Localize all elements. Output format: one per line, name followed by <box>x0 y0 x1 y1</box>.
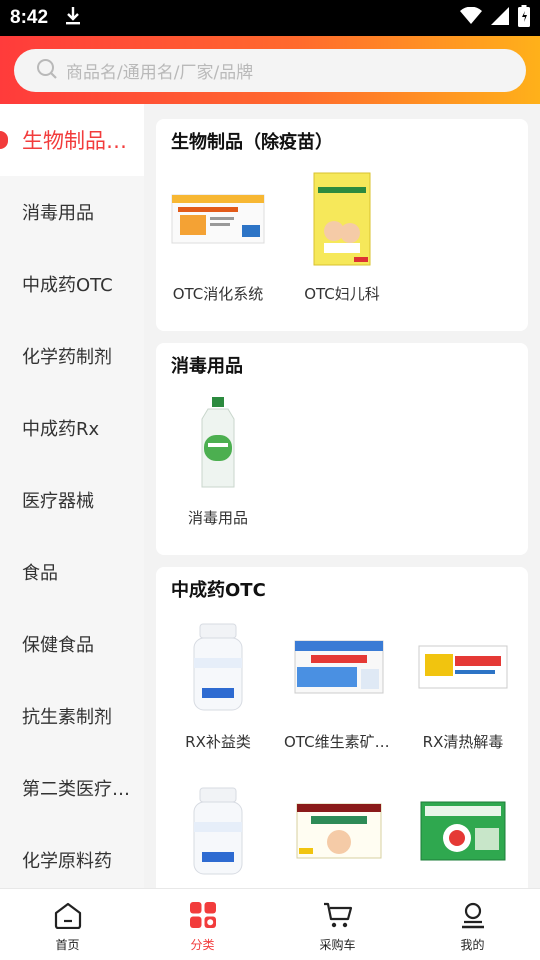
sidebar-item-food[interactable]: 食品 <box>0 536 144 608</box>
white-pill-bottle-image <box>159 781 277 881</box>
product-label: OTC妇儿科 <box>304 285 380 303</box>
section-card: 生物制品（除疫苗） OTC消化系统 OTC妇儿科 <box>156 119 528 331</box>
tab-home[interactable]: 首页 <box>0 889 135 960</box>
green-granule-box-image <box>404 781 522 881</box>
product-label: RX补益类 <box>185 733 251 751</box>
tab-cart[interactable]: 采购车 <box>270 889 405 960</box>
sidebar-item-biological[interactable]: 生物制品（除疫苗） <box>0 104 144 176</box>
search-input[interactable]: 商品名/通用名/厂家/品牌 <box>14 49 526 92</box>
sidebar-item-tcm-rx[interactable]: 中成药Rx <box>0 392 144 464</box>
sidebar-item-label: 化学原料药 <box>22 851 112 872</box>
cart-icon <box>322 901 354 933</box>
download-icon <box>64 6 82 30</box>
tab-profile[interactable]: 我的 <box>405 889 540 960</box>
yellow-child-medicine-box-image <box>283 169 401 269</box>
tab-label: 采购车 <box>319 938 356 952</box>
category-sidebar: 生物制品（除疫苗） 消毒用品 中成药OTC 化学药制剂 中成药Rx 医疗器械 食… <box>0 104 144 888</box>
category-icon <box>189 901 217 933</box>
disinfectant-bottle-image <box>159 393 277 493</box>
section-title: 生物制品（除疫苗） <box>171 132 333 153</box>
product-item[interactable] <box>280 781 398 881</box>
sidebar-item-devices[interactable]: 医疗器械 <box>0 464 144 536</box>
product-label: OTC消化系统 <box>172 285 264 303</box>
header: 商品名/通用名/厂家/品牌 <box>0 36 540 104</box>
sidebar-item-class2-devices[interactable]: 第二类医疗器械 <box>0 752 144 824</box>
sidebar-item-label: 食品 <box>22 563 58 584</box>
section-card: 消毒用品 消毒用品 <box>156 343 528 555</box>
product-item[interactable]: OTC维生素矿物质 <box>280 617 398 752</box>
active-indicator <box>0 131 8 149</box>
wifi-icon <box>460 6 482 29</box>
tab-label: 分类 <box>190 938 215 952</box>
home-icon <box>53 901 83 933</box>
sidebar-item-label: 保健食品 <box>22 635 94 656</box>
product-item[interactable] <box>159 781 277 881</box>
sidebar-item-antibiotics[interactable]: 抗生素制剂 <box>0 680 144 752</box>
tab-label: 首页 <box>55 938 80 952</box>
white-tablet-box-image <box>404 617 522 717</box>
product-label: OTC维生素矿物质 <box>284 733 398 751</box>
product-item[interactable]: 消毒用品 <box>159 393 277 528</box>
sidebar-item-chemical[interactable]: 化学药制剂 <box>0 320 144 392</box>
sidebar-item-label: 消毒用品 <box>22 203 94 224</box>
tab-label: 我的 <box>460 938 485 952</box>
child-granule-box-image <box>280 781 398 881</box>
product-item[interactable] <box>404 781 522 881</box>
product-item[interactable]: OTC妇儿科 <box>283 169 401 304</box>
tab-category[interactable]: 分类 <box>135 889 270 960</box>
section-title: 消毒用品 <box>171 356 243 377</box>
product-label: RX清热解毒 <box>422 733 504 751</box>
sidebar-item-label: 抗生素制剂 <box>22 707 112 728</box>
sidebar-item-label: 生物制品（除疫苗） <box>22 129 138 153</box>
section-title: 中成药OTC <box>171 580 266 601</box>
status-time: 8:42 <box>10 7 49 28</box>
white-orange-medicine-box-image <box>159 169 277 269</box>
sidebar-item-disinfectant[interactable]: 消毒用品 <box>0 176 144 248</box>
sidebar-item-raw-materials[interactable]: 化学原料药 <box>0 824 144 888</box>
status-bar: 8:42 <box>0 0 540 36</box>
sidebar-item-label: 医疗器械 <box>22 491 94 512</box>
section-card: 中成药OTC RX补益类 OTC维生素矿物质 RX清热解毒 <box>156 567 528 888</box>
sidebar-item-label: 中成药Rx <box>22 419 100 440</box>
blue-vial-box-image <box>280 617 398 717</box>
product-item[interactable]: OTC消化系统 <box>159 169 277 304</box>
signal-icon <box>490 6 510 30</box>
sidebar-item-tcm-otc[interactable]: 中成药OTC <box>0 248 144 320</box>
search-placeholder: 商品名/通用名/厂家/品牌 <box>66 63 254 83</box>
category-content: 生物制品（除疫苗） OTC消化系统 OTC妇儿科 消毒用品 消毒用品 中成药OT… <box>144 104 540 888</box>
search-icon <box>36 58 58 84</box>
product-item[interactable]: RX清热解毒 <box>404 617 522 752</box>
product-label: 消毒用品 <box>187 509 248 527</box>
profile-icon <box>459 901 487 933</box>
sidebar-item-label: 第二类医疗器械 <box>22 779 138 800</box>
bottom-tab-bar: 首页 分类 采购车 我的 <box>0 888 540 960</box>
sidebar-item-health-food[interactable]: 保健食品 <box>0 608 144 680</box>
battery-icon <box>518 5 530 31</box>
sidebar-item-label: 化学药制剂 <box>22 347 112 368</box>
product-item[interactable]: RX补益类 <box>159 617 277 752</box>
white-pill-bottle-image <box>159 617 277 717</box>
sidebar-item-label: 中成药OTC <box>22 275 113 296</box>
